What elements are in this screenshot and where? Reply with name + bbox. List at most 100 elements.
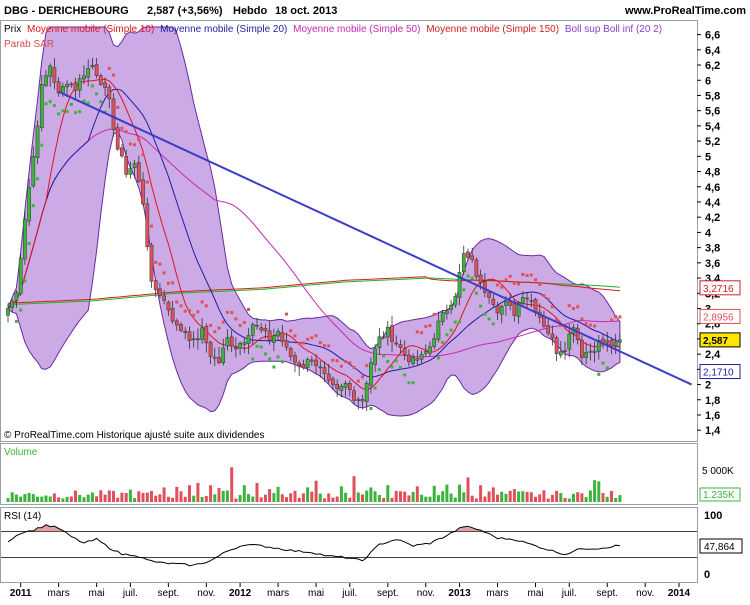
candle-body[interactable] (280, 332, 285, 342)
sar-dot[interactable] (542, 294, 546, 297)
sar-dot[interactable] (238, 323, 242, 327)
candle-body[interactable] (318, 366, 323, 369)
candle-body[interactable] (385, 326, 390, 338)
candle-body[interactable] (212, 356, 217, 359)
sar-dot[interactable] (580, 317, 584, 321)
volume-bar[interactable] (217, 488, 221, 502)
volume-bar[interactable] (179, 491, 183, 502)
candle-body[interactable] (369, 362, 373, 386)
volume-bar[interactable] (525, 491, 529, 502)
sar-dot[interactable] (65, 110, 69, 114)
candle-body[interactable] (267, 330, 272, 341)
volume-bar[interactable] (183, 496, 187, 502)
sar-dot[interactable] (48, 100, 52, 104)
sar-dot[interactable] (407, 381, 411, 385)
sar-dot[interactable] (74, 111, 77, 115)
sar-dot[interactable] (441, 340, 445, 344)
candle-body[interactable] (183, 330, 188, 333)
volume-bar[interactable] (550, 494, 554, 502)
volume-bar[interactable] (162, 487, 166, 502)
volume-bar[interactable] (487, 491, 491, 502)
volume-bar[interactable] (188, 485, 191, 502)
candle-body[interactable] (158, 288, 162, 296)
sar-dot[interactable] (487, 317, 491, 321)
volume-bar[interactable] (230, 467, 234, 502)
sar-dot[interactable] (390, 365, 394, 369)
sar-dot[interactable] (259, 345, 263, 349)
sar-dot[interactable] (331, 358, 335, 362)
candle-body[interactable] (478, 274, 483, 283)
sar-dot[interactable] (538, 283, 542, 286)
sar-dot[interactable] (192, 313, 196, 317)
volume-bar[interactable] (225, 490, 229, 503)
sar-dot[interactable] (394, 359, 398, 363)
candle-body[interactable] (466, 251, 470, 258)
sar-dot[interactable] (445, 333, 449, 337)
sar-dot[interactable] (361, 375, 364, 379)
candle-body[interactable] (453, 296, 458, 306)
sar-dot[interactable] (90, 84, 94, 88)
sar-dot[interactable] (57, 112, 61, 116)
volume-bar[interactable] (213, 494, 217, 502)
volume-bar[interactable] (344, 492, 348, 502)
sar-dot[interactable] (339, 364, 343, 368)
candle-body[interactable] (618, 339, 622, 343)
sar-dot[interactable] (521, 273, 525, 276)
volume-bar[interactable] (48, 496, 52, 503)
candle-body[interactable] (432, 338, 437, 347)
volume-bar[interactable] (445, 484, 449, 502)
volume-bar[interactable] (310, 491, 314, 502)
volume-bar[interactable] (74, 490, 77, 502)
candle-body[interactable] (90, 64, 95, 68)
volume-bar[interactable] (40, 496, 44, 502)
volume-bar[interactable] (593, 480, 597, 502)
volume-bar[interactable] (373, 491, 377, 502)
sar-dot[interactable] (27, 242, 31, 245)
sar-dot[interactable] (399, 366, 402, 370)
volume-bar[interactable] (276, 486, 280, 502)
header-site[interactable]: www.ProRealTime.com (624, 5, 746, 17)
volume-bar[interactable] (36, 496, 39, 502)
candle-body[interactable] (23, 219, 27, 260)
volume-bar[interactable] (534, 496, 537, 502)
sar-dot[interactable] (133, 143, 137, 147)
candle-body[interactable] (314, 359, 318, 366)
candle-body[interactable] (255, 324, 259, 327)
candle-body[interactable] (512, 303, 517, 316)
volume-bar[interactable] (512, 489, 516, 502)
volume-bar[interactable] (285, 497, 288, 502)
candle-body[interactable] (120, 147, 124, 157)
volume-bar[interactable] (424, 496, 428, 502)
volume-bar[interactable] (605, 496, 609, 502)
volume-bar[interactable] (348, 497, 352, 502)
sar-dot[interactable] (377, 368, 381, 372)
volume-bar[interactable] (61, 498, 65, 502)
volume-bar[interactable] (301, 493, 305, 502)
sar-dot[interactable] (428, 324, 432, 328)
candle-body[interactable] (6, 308, 10, 316)
volume-bar[interactable] (166, 496, 170, 502)
volume-bar[interactable] (289, 493, 293, 502)
candle-body[interactable] (225, 337, 230, 347)
volume-bar[interactable] (268, 489, 272, 502)
sar-dot[interactable] (529, 273, 533, 277)
sar-dot[interactable] (255, 344, 259, 348)
candle-body[interactable] (343, 383, 348, 388)
candle-body[interactable] (592, 350, 597, 353)
candle-body[interactable] (533, 299, 538, 313)
volume-bar[interactable] (90, 492, 94, 503)
sar-dot[interactable] (550, 305, 554, 309)
volume-bar[interactable] (576, 492, 580, 502)
sar-dot[interactable] (175, 300, 179, 304)
candle-body[interactable] (221, 347, 226, 364)
sar-dot[interactable] (242, 321, 246, 324)
volume-bar[interactable] (369, 487, 373, 502)
candle-body[interactable] (445, 310, 449, 314)
sar-dot[interactable] (348, 361, 352, 365)
candle-body[interactable] (73, 82, 78, 91)
sar-dot[interactable] (209, 323, 213, 327)
volume-bar[interactable] (432, 485, 436, 502)
volume-bar[interactable] (314, 480, 318, 502)
volume-bar[interactable] (588, 490, 592, 503)
volume-bar[interactable] (259, 497, 263, 502)
